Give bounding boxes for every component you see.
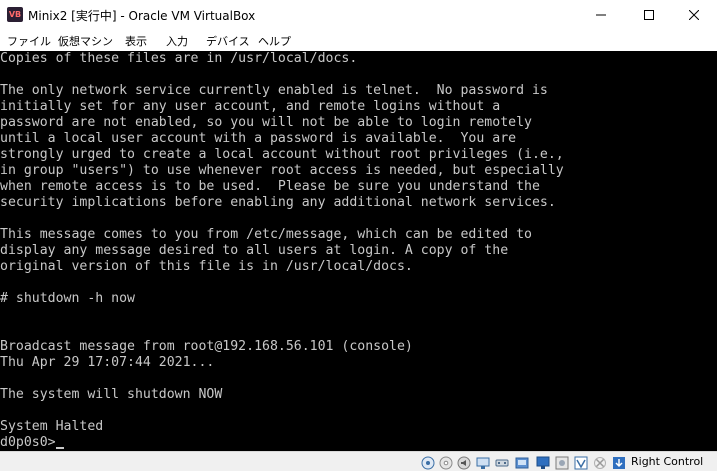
console-line: strongly urged to create a local account… — [0, 147, 564, 162]
minimize-icon — [596, 14, 606, 16]
menu-input[interactable]: 入力 — [166, 33, 188, 49]
audio-icon[interactable] — [457, 455, 471, 470]
console-line: original version of this file is in /usr… — [0, 259, 413, 274]
minimize-button[interactable] — [578, 0, 624, 30]
console-line: password are not enabled, so you will no… — [0, 115, 532, 130]
console-line: security implications before enabling an… — [0, 195, 556, 210]
console-line: This message comes to you from /etc/mess… — [0, 227, 532, 242]
window-title: Minix2 [実行中] - Oracle VM VirtualBox — [28, 9, 256, 23]
network-icon[interactable] — [476, 455, 490, 469]
console-line: The system will shutdown NOW — [0, 387, 223, 402]
optical-drive-icon[interactable] — [439, 455, 453, 470]
maximize-button[interactable] — [626, 0, 672, 30]
console-line: until a local user account with a passwo… — [0, 131, 517, 146]
menu-file[interactable]: ファイル — [7, 33, 51, 49]
virtualization-icon[interactable] — [574, 455, 588, 470]
mouse-integration-icon[interactable] — [593, 455, 607, 469]
console-line: Copies of these files are in /usr/local/… — [0, 51, 358, 66]
console-line: initially set for any user account, and … — [0, 99, 501, 114]
close-button[interactable] — [671, 0, 717, 30]
text-cursor — [55, 447, 64, 449]
vm-console-screen[interactable]: Copies of these files are in /usr/local/… — [0, 51, 717, 451]
host-key-arrow-icon[interactable] — [612, 455, 626, 469]
console-line: Broadcast message from root@192.168.56.1… — [0, 339, 413, 354]
console-line: Thu Apr 29 17:07:44 2021... — [0, 355, 215, 370]
console-line: in group "users") to use whenever root a… — [0, 163, 564, 178]
console-prompt-line: d0p0s0> — [0, 435, 64, 451]
menu-help[interactable]: ヘルプ — [258, 33, 291, 49]
console-line: display any message desired to all users… — [0, 243, 509, 258]
console-line: The only network service currently enabl… — [0, 83, 548, 98]
hard-disk-icon[interactable] — [421, 455, 435, 470]
virtualbox-app-icon[interactable]: VB — [7, 7, 23, 22]
menu-bar: ファイル 仮想マシン 表示 入力 デバイス ヘルプ — [0, 30, 717, 51]
console-line: System Halted — [0, 419, 104, 434]
usb-icon[interactable] — [495, 455, 509, 469]
virtualbox-window: VB Minix2 [実行中] - Oracle VM VirtualBox フ… — [0, 0, 717, 471]
title-bar[interactable]: VB Minix2 [実行中] - Oracle VM VirtualBox — [0, 0, 717, 30]
maximize-icon — [644, 10, 654, 20]
display-icon[interactable] — [536, 455, 550, 469]
close-icon — [689, 10, 699, 20]
host-key-label[interactable]: Right Control — [631, 455, 703, 468]
console-line: when remote access is to be used. Please… — [0, 179, 540, 194]
menu-view[interactable]: 表示 — [125, 33, 147, 49]
console-line: # shutdown -h now — [0, 291, 135, 306]
shared-folders-icon[interactable] — [515, 455, 529, 469]
video-capture-icon[interactable] — [555, 455, 569, 470]
console-prompt: d0p0s0> — [0, 435, 56, 450]
status-bar: Right Control — [0, 451, 717, 471]
menu-machine[interactable]: 仮想マシン — [58, 33, 113, 49]
menu-devices[interactable]: デバイス — [206, 33, 250, 49]
